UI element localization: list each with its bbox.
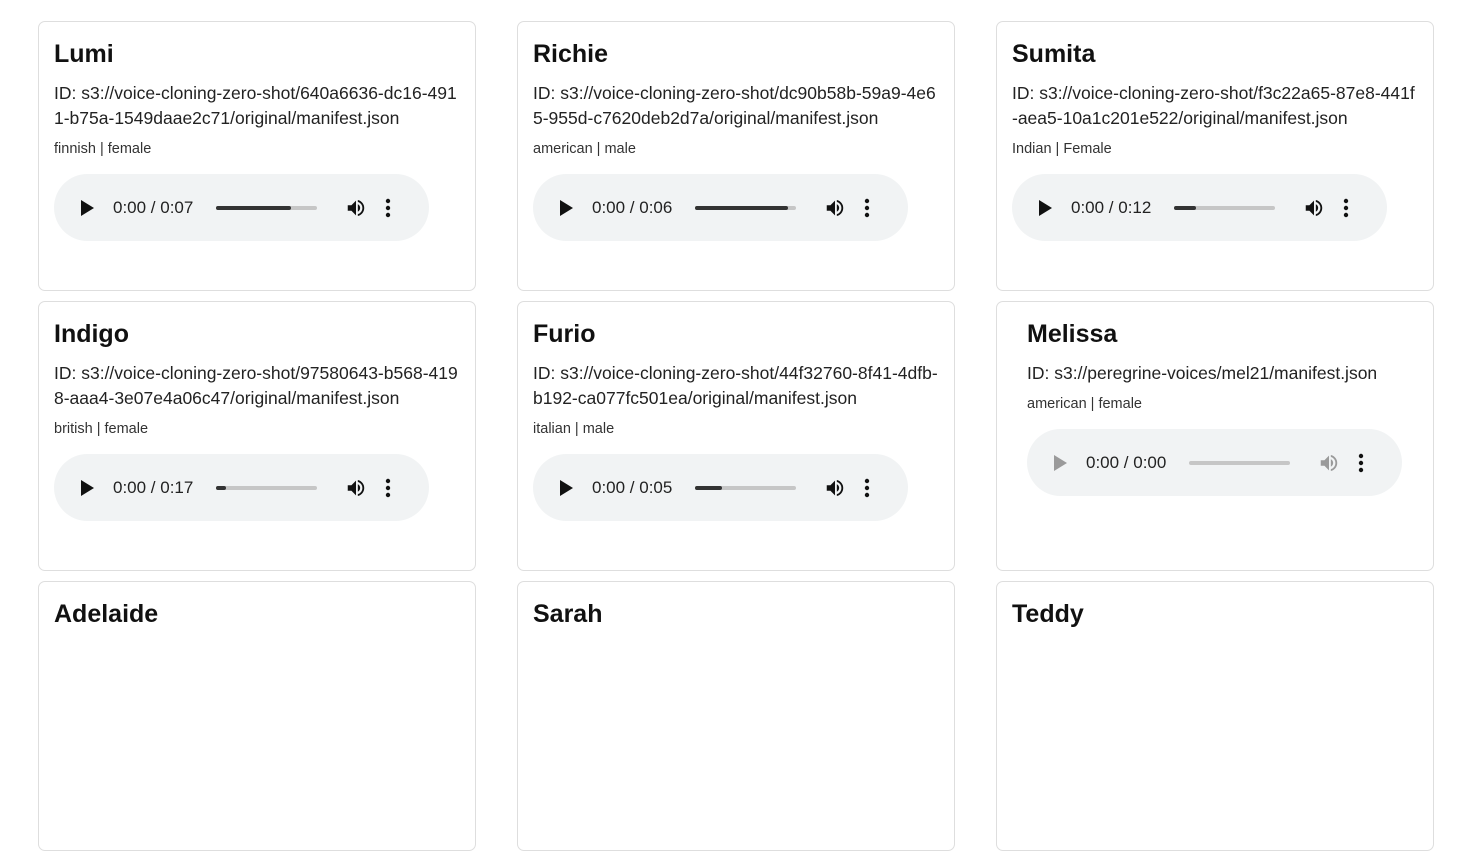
voice-id: ID: s3://voice-cloning-zero-shot/9758064… — [54, 363, 458, 408]
audio-player[interactable]: 0:00 / 0:07 — [54, 174, 429, 241]
playback-time: 0:00 / 0:07 — [113, 197, 194, 217]
voice-id: ID: s3://peregrine-voices/mel21/manifest… — [1027, 363, 1378, 383]
play-icon[interactable] — [78, 199, 96, 217]
audio-player[interactable]: 0:00 / 0:17 — [54, 454, 429, 521]
voice-tags: british | female — [54, 421, 149, 437]
volume-icon[interactable] — [824, 477, 846, 499]
playback-time: 0:00 / 0:05 — [592, 477, 673, 497]
voice-card: Adelaide — [38, 581, 476, 851]
voice-name: Sumita — [1012, 40, 1096, 68]
voice-name: Indigo — [54, 320, 129, 348]
voice-tags: american | male — [533, 141, 636, 157]
seek-progress — [216, 485, 227, 490]
seek-slider[interactable] — [216, 205, 317, 210]
more-options-icon[interactable] — [385, 478, 391, 498]
voice-name: Sarah — [533, 600, 603, 628]
play-icon[interactable] — [557, 199, 575, 217]
audio-player[interactable]: 0:00 / 0:00 — [1027, 429, 1402, 496]
voice-tags: finnish | female — [54, 141, 152, 157]
play-icon[interactable] — [557, 479, 575, 497]
seek-slider[interactable] — [695, 205, 796, 210]
more-options-icon[interactable] — [864, 478, 870, 498]
voice-card: Furio ID: s3://voice-cloning-zero-shot/4… — [517, 301, 955, 571]
voice-card: Teddy — [996, 581, 1434, 851]
voice-card: Melissa ID: s3://peregrine-voices/mel21/… — [996, 301, 1434, 571]
audio-player[interactable]: 0:00 / 0:12 — [1012, 174, 1387, 241]
volume-icon[interactable] — [1318, 452, 1340, 474]
playback-time: 0:00 / 0:06 — [592, 197, 673, 217]
play-icon[interactable] — [78, 479, 96, 497]
seek-progress — [1174, 205, 1197, 210]
volume-icon[interactable] — [824, 197, 846, 219]
play-icon[interactable] — [1051, 454, 1069, 472]
more-options-icon[interactable] — [385, 198, 391, 218]
more-options-icon[interactable] — [1358, 453, 1364, 473]
voice-name: Teddy — [1012, 600, 1084, 628]
playback-time: 0:00 / 0:12 — [1071, 197, 1152, 217]
voice-id: ID: s3://voice-cloning-zero-shot/44f3276… — [533, 363, 938, 408]
audio-player[interactable]: 0:00 / 0:06 — [533, 174, 908, 241]
voice-card: Sarah — [517, 581, 955, 851]
volume-icon[interactable] — [345, 197, 367, 219]
voice-name: Richie — [533, 40, 609, 68]
volume-icon[interactable] — [1303, 197, 1325, 219]
seek-slider[interactable] — [1174, 205, 1275, 210]
voice-name: Furio — [533, 320, 596, 348]
seek-slider[interactable] — [216, 485, 317, 490]
voice-card: Sumita ID: s3://voice-cloning-zero-shot/… — [996, 21, 1434, 291]
audio-player[interactable]: 0:00 / 0:05 — [533, 454, 908, 521]
more-options-icon[interactable] — [1343, 198, 1349, 218]
play-icon[interactable] — [1036, 199, 1054, 217]
voice-tags: american | female — [1027, 396, 1142, 412]
voice-card: Indigo ID: s3://voice-cloning-zero-shot/… — [38, 301, 476, 571]
more-options-icon[interactable] — [864, 198, 870, 218]
voice-id: ID: s3://voice-cloning-zero-shot/dc90b58… — [533, 83, 936, 128]
volume-icon[interactable] — [345, 477, 367, 499]
seek-progress — [216, 205, 291, 210]
voice-id: ID: s3://voice-cloning-zero-shot/f3c22a6… — [1012, 83, 1415, 128]
seek-progress — [695, 485, 723, 490]
seek-slider[interactable] — [695, 485, 796, 490]
playback-time: 0:00 / 0:17 — [113, 477, 194, 497]
voice-card: Lumi ID: s3://voice-cloning-zero-shot/64… — [38, 21, 476, 291]
playback-time: 0:00 / 0:00 — [1086, 452, 1167, 472]
voice-tags: Indian | Female — [1012, 141, 1112, 157]
voice-id: ID: s3://voice-cloning-zero-shot/640a663… — [54, 83, 457, 128]
seek-slider[interactable] — [1189, 460, 1290, 465]
voice-name: Melissa — [1027, 320, 1118, 348]
voice-name: Lumi — [54, 40, 114, 68]
seek-progress — [695, 205, 788, 210]
voice-name: Adelaide — [54, 600, 159, 628]
voice-card: Richie ID: s3://voice-cloning-zero-shot/… — [517, 21, 955, 291]
voice-grid: Lumi ID: s3://voice-cloning-zero-shot/64… — [38, 21, 1434, 851]
voice-tags: italian | male — [533, 421, 615, 437]
